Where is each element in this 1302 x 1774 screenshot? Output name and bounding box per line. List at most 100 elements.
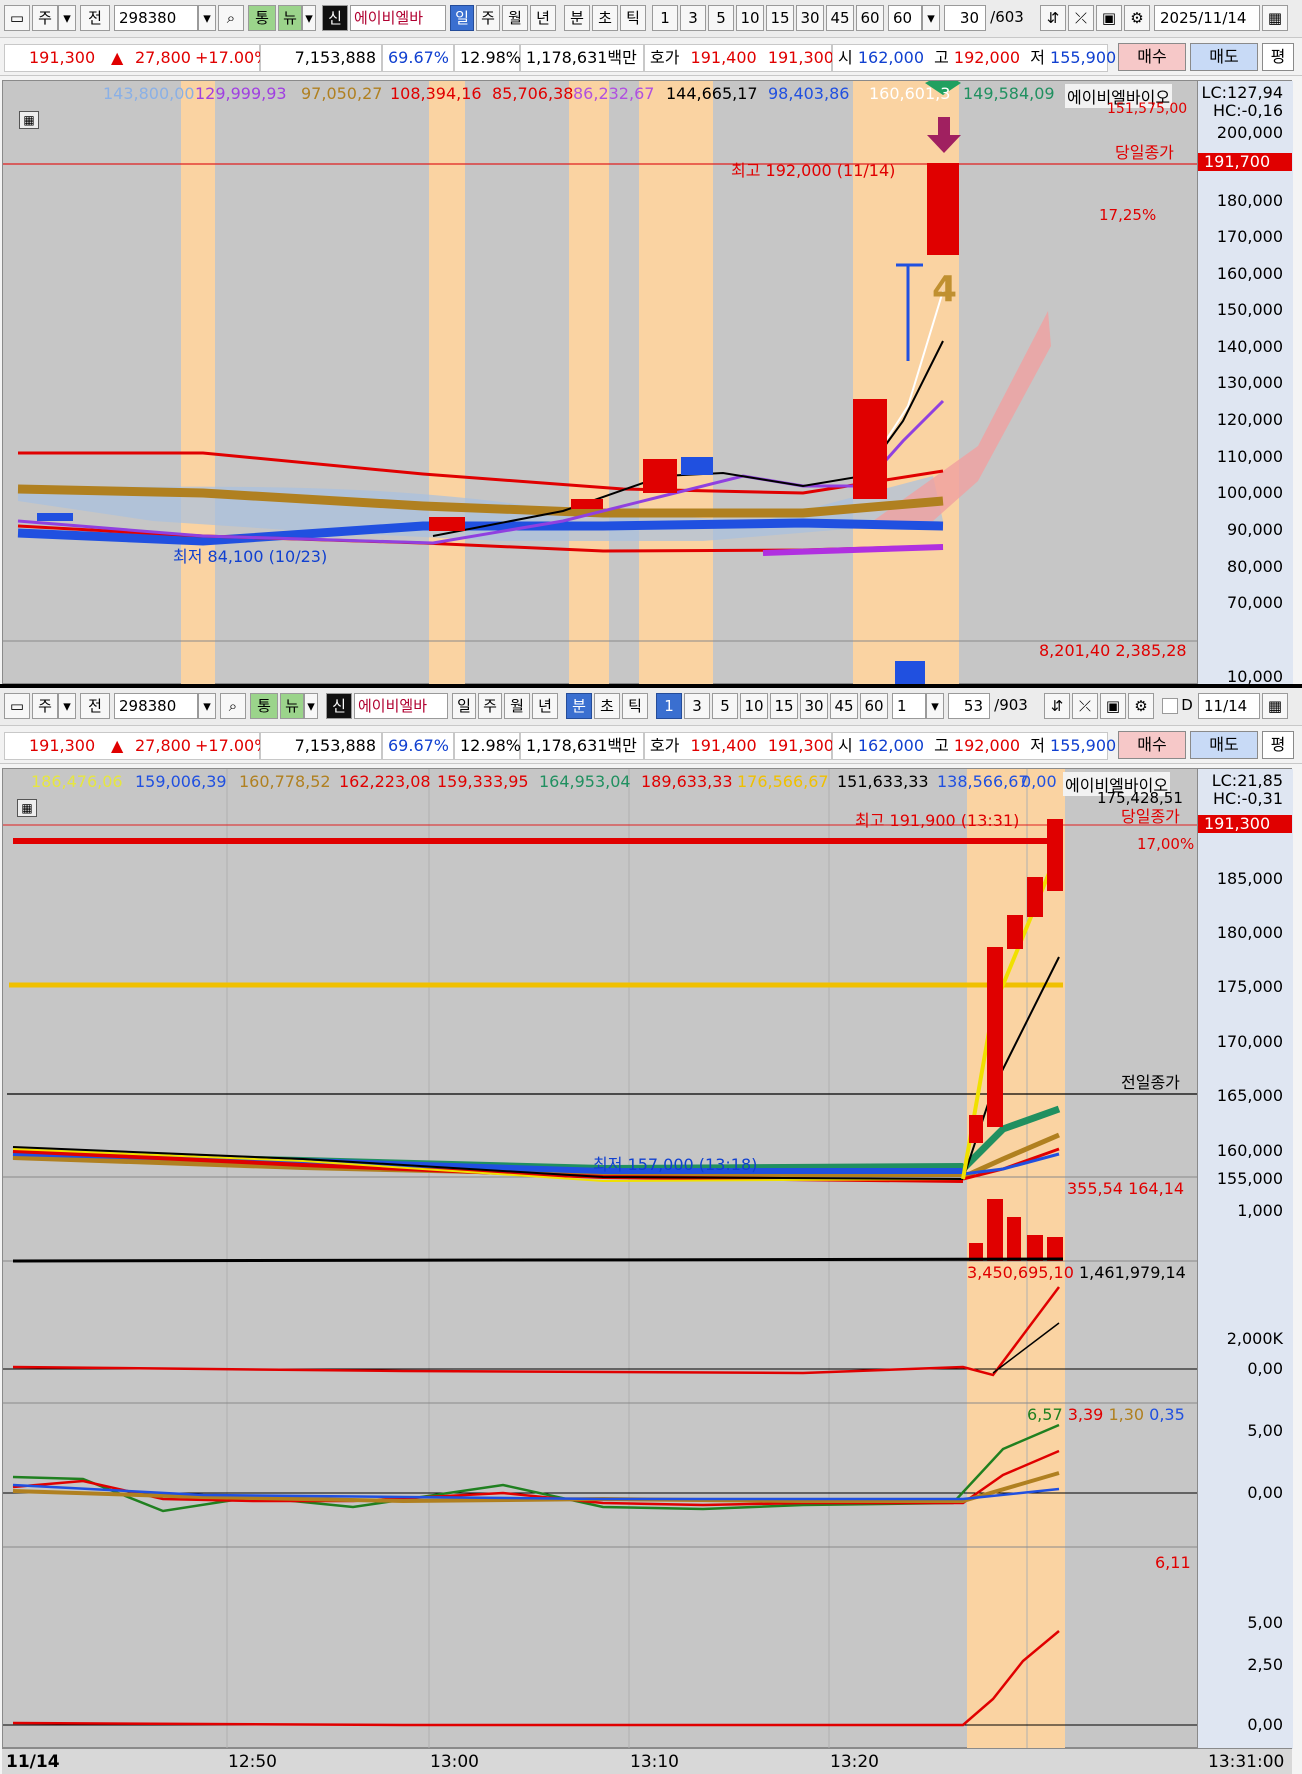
badge-sin[interactable]: 신 (326, 693, 352, 719)
gear-icon[interactable]: ⚙ (1124, 5, 1150, 31)
interval-input[interactable]: 1 (892, 693, 926, 719)
current-price: 191,300 (29, 736, 96, 755)
period-tick[interactable]: 틱 (620, 5, 646, 31)
chevron-down-icon[interactable]: ▾ (198, 5, 216, 31)
interval-10[interactable]: 10 (740, 693, 768, 719)
daily-chart-pane: ▭ 주 ▾ 전 298380 ▾ ⌕ 통 뉴 ▾ 신 에이비엘바 일 주 월 년… (0, 0, 1302, 686)
window-icon[interactable]: ▭ (4, 5, 30, 31)
d-checkbox[interactable] (1162, 698, 1178, 714)
save-icon[interactable]: ▣ (1096, 5, 1122, 31)
badge-nyu[interactable]: 뉴 (278, 5, 302, 31)
daily-chart-area[interactable]: 143,800,00 129,999,93 97,050,27 108,394,… (2, 80, 1293, 686)
tab-stock[interactable]: 주 (32, 693, 58, 719)
period-minute[interactable]: 분 (564, 5, 590, 31)
low-label: 저 (1030, 48, 1045, 67)
chevron-down-icon[interactable]: ▾ (926, 693, 944, 719)
calendar-icon[interactable]: ▦ (1262, 693, 1288, 719)
volume: 7,153,888 (260, 732, 382, 760)
interval-45[interactable]: 45 (830, 693, 858, 719)
period-week[interactable]: 주 (476, 5, 500, 31)
period-minute[interactable]: 분 (566, 693, 592, 719)
candle-icon[interactable]: ⇵ (1044, 693, 1070, 719)
price-axis: LC:21,85 HC:-0,31 191,300 185,000 180,00… (1197, 769, 1293, 1749)
sell-button[interactable]: 매도 (1190, 731, 1258, 759)
tab-stock[interactable]: 주 (32, 5, 58, 31)
save-icon[interactable]: ▣ (1100, 693, 1126, 719)
interval-60[interactable]: 60 (856, 5, 884, 31)
top-quote-bar: 191,300 ▲ 27,800 +17.00% 7,153,888 69.67… (0, 38, 1302, 76)
stock-name-field[interactable]: 에이비엘바 (354, 693, 448, 719)
chevron-down-icon[interactable]: ▾ (302, 5, 316, 31)
interval-30[interactable]: 30 (796, 5, 824, 31)
interval-10[interactable]: 10 (736, 5, 764, 31)
code-input[interactable]: 298380 (114, 5, 198, 31)
buy-button[interactable]: 매수 (1118, 43, 1186, 71)
table-icon[interactable]: ▦ (19, 111, 39, 129)
chevron-down-icon[interactable]: ▾ (304, 693, 318, 719)
interval-60[interactable]: 60 (860, 693, 888, 719)
minute-chart-area[interactable]: 186,476,06 159,006,39 160,778,52 162,223… (2, 768, 1293, 1749)
badge-nyu[interactable]: 뉴 (280, 693, 304, 719)
pct-tag: 17,00% (1137, 835, 1195, 853)
interval-15[interactable]: 15 (770, 693, 798, 719)
period-tick[interactable]: 틱 (622, 693, 648, 719)
date-input[interactable]: 11/14 (1198, 693, 1260, 719)
interval-5[interactable]: 5 (708, 5, 734, 31)
buy-button[interactable]: 매수 (1118, 731, 1186, 759)
calendar-icon[interactable]: ▦ (1262, 5, 1288, 31)
hc-sub-value: 151,575,00 (1107, 101, 1188, 117)
chevron-down-icon[interactable]: ▾ (58, 693, 76, 719)
interval-1[interactable]: 1 (656, 693, 682, 719)
period-second[interactable]: 초 (594, 693, 620, 719)
up-arrow-icon: ▲ (111, 736, 124, 755)
code-input[interactable]: 298380 (114, 693, 198, 719)
badge-tong[interactable]: 통 (250, 693, 278, 719)
date-input[interactable]: 2025/11/14 (1154, 5, 1260, 31)
interval-3[interactable]: 3 (680, 5, 706, 31)
period-year[interactable]: 년 (532, 693, 558, 719)
chevron-down-icon[interactable]: ▾ (198, 693, 216, 719)
interval-input[interactable]: 60 (888, 5, 922, 31)
interval-45[interactable]: 45 (826, 5, 854, 31)
interval-30[interactable]: 30 (800, 693, 828, 719)
candle-icon[interactable]: ⇵ (1040, 5, 1066, 31)
tab-prev[interactable]: 전 (80, 5, 110, 31)
period-year[interactable]: 년 (530, 5, 556, 31)
search-icon[interactable]: ⌕ (220, 693, 246, 719)
window-icon[interactable]: ▭ (4, 693, 30, 719)
top-toolbar: ▭ 주 ▾ 전 298380 ▾ ⌕ 통 뉴 ▾ 신 에이비엘바 일 주 월 년… (0, 0, 1302, 38)
period-second[interactable]: 초 (592, 5, 618, 31)
stock-name-field[interactable]: 에이비엘바 (350, 5, 446, 31)
badge-sin[interactable]: 신 (322, 5, 348, 31)
table-icon[interactable]: ▦ (17, 799, 37, 817)
period-month[interactable]: 월 (504, 693, 530, 719)
interval-3[interactable]: 3 (684, 693, 710, 719)
period-month[interactable]: 월 (502, 5, 528, 31)
count-input[interactable]: 53 (948, 693, 990, 719)
period-day[interactable]: 일 (450, 5, 474, 31)
y-tick: 160,000 (1216, 264, 1283, 283)
search-icon[interactable]: ⌕ (218, 5, 244, 31)
period-day[interactable]: 일 (452, 693, 476, 719)
badge-tong[interactable]: 통 (248, 5, 276, 31)
interval-1[interactable]: 1 (652, 5, 678, 31)
avg-button[interactable]: 평 (1262, 43, 1294, 71)
chevron-down-icon[interactable]: ▾ (58, 5, 76, 31)
crosshair-icon[interactable]: ⤫ (1068, 5, 1094, 31)
avg-button[interactable]: 평 (1262, 731, 1294, 759)
sell-button[interactable]: 매도 (1190, 43, 1258, 71)
pct2: 12.98% (454, 732, 521, 760)
crosshair-icon[interactable]: ⤫ (1072, 693, 1098, 719)
interval-15[interactable]: 15 (766, 5, 794, 31)
period-week[interactable]: 주 (478, 693, 502, 719)
chevron-down-icon[interactable]: ▾ (922, 5, 940, 31)
y-tick: 80,000 (1227, 557, 1283, 576)
current-price: 191,300 (29, 48, 96, 67)
interval-5[interactable]: 5 (712, 693, 738, 719)
x-label: 13:00 (430, 1752, 479, 1772)
gear-icon[interactable]: ⚙ (1128, 693, 1154, 719)
amount: 1,178,631백만 (520, 732, 644, 760)
count-input[interactable]: 30 (944, 5, 986, 31)
amount: 1,178,631백만 (520, 44, 644, 72)
tab-prev[interactable]: 전 (80, 693, 110, 719)
